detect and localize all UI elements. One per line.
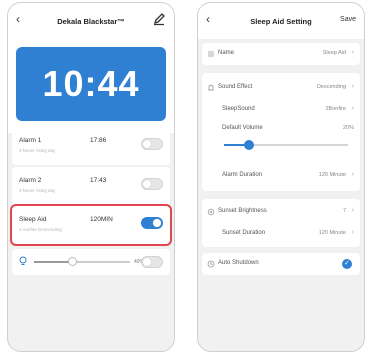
alarm-time: 17:86 — [90, 137, 107, 144]
name-label: Name — [218, 50, 235, 56]
sunset-section: Sunset Brightness 7 › Sunset Duration 12… — [202, 199, 360, 247]
save-button[interactable]: Save — [340, 16, 356, 23]
list-icon — [208, 51, 214, 57]
device-title: Dekala Blackstar™ — [57, 16, 125, 26]
default-volume-label: Default Volume — [222, 125, 263, 131]
chevron-right-icon: › — [351, 49, 354, 56]
name-value: Sleep Aid — [322, 50, 346, 56]
sleep-sound-row[interactable]: SleepSound 2Bonfire › — [202, 99, 360, 121]
sun-icon — [207, 208, 215, 216]
alarm-item[interactable]: Alarm 1 3 Never rising day 17:86 — [12, 127, 170, 165]
chevron-right-icon: › — [351, 171, 354, 178]
sleep-aid-duration: 120MIN — [90, 216, 113, 223]
alarm-duration-value: 120 Minute — [318, 172, 346, 178]
name-row[interactable]: Name Sleep Aid › — [202, 43, 360, 65]
auto-shutdown-label: Auto Shutdown — [218, 260, 259, 266]
auto-shutdown-checkbox[interactable]: ✓ — [342, 259, 352, 269]
top-bar: ‹ Sleep Aid Setting Save — [198, 3, 364, 39]
alarm-name: Alarm 1 — [19, 137, 42, 144]
chevron-right-icon: › — [351, 207, 354, 214]
chevron-right-icon: › — [351, 229, 354, 236]
pencil-icon[interactable] — [152, 12, 166, 26]
alarm-item[interactable]: Alarm 2 3 Never rising day 17:43 — [12, 167, 170, 205]
alarm-time: 17:43 — [90, 177, 107, 184]
toggle-knob — [143, 140, 151, 148]
default-volume-row: Default Volume 20% — [202, 121, 360, 159]
toggle-knob — [153, 219, 161, 227]
clock-section: 10:44 — [8, 39, 174, 133]
alarm-name: Alarm 2 — [19, 177, 42, 184]
sunset-duration-row[interactable]: Sunset Duration 120 Minute › — [202, 223, 360, 245]
volume-row: 40% — [12, 249, 170, 275]
top-bar: ‹ Dekala Blackstar™ — [8, 3, 174, 39]
alarm-toggle[interactable] — [141, 138, 163, 150]
back-button[interactable]: ‹ — [16, 13, 20, 25]
sound-effect-value: Descending — [316, 84, 346, 90]
default-volume-value: 20% — [342, 125, 354, 131]
back-button[interactable]: ‹ — [206, 13, 210, 25]
sleep-aid-sound: 3 Aonfire Descending — [19, 227, 62, 232]
alarm-toggle[interactable] — [141, 178, 163, 190]
clock-display: 10:44 — [16, 47, 166, 121]
clock-time: 10:44 — [42, 63, 140, 104]
sunset-brightness-value: 7 — [342, 208, 346, 214]
sound-effect-row[interactable]: Sound Effect Descending › — [202, 77, 360, 99]
alarm-duration-row[interactable]: Alarm Duration 120 Minute › — [202, 165, 360, 187]
sleep-aid-toggle[interactable] — [141, 217, 163, 229]
sunset-duration-label: Sunset Duration — [222, 230, 266, 236]
toggle-knob — [143, 180, 151, 188]
bell-icon — [208, 84, 214, 91]
bulb-icon — [19, 256, 27, 265]
sleep-aid-item[interactable]: Sleep Aid 3 Aonfire Descending 120MIN — [10, 204, 172, 246]
chevron-right-icon: › — [351, 105, 354, 112]
sound-effect-label: Sound Effect — [218, 84, 253, 90]
alarm-duration-label: Alarm Duration — [222, 172, 263, 178]
volume-slider-handle[interactable] — [67, 257, 77, 266]
sunset-duration-value: 120 Minute — [318, 230, 346, 236]
alarm-repeat: 3 Never rising day — [19, 148, 56, 153]
sleep-aid-name: Sleep Aid — [19, 216, 47, 223]
volume-fill — [34, 261, 73, 263]
sunset-brightness-label: Sunset Brightness — [218, 208, 267, 214]
toggle-knob — [143, 258, 151, 266]
alarm-list-screen: ‹ Dekala Blackstar™ 10:44 Alarm 1 3 Neve… — [7, 2, 175, 352]
clock-icon — [207, 260, 215, 268]
auto-shutdown-section: Auto Shutdown ✓ — [202, 253, 360, 275]
default-volume-slider-handle[interactable] — [243, 140, 254, 150]
chevron-right-icon: › — [351, 83, 354, 90]
light-toggle[interactable] — [141, 256, 163, 268]
sleep-sound-label: SleepSound — [222, 106, 255, 112]
name-section: Name Sleep Aid › — [202, 43, 360, 65]
sleep-sound-value: 2Bonfire — [325, 106, 347, 112]
sound-section: Sound Effect Descending › SleepSound 2Bo… — [202, 73, 360, 191]
auto-shutdown-row[interactable]: Auto Shutdown ✓ — [202, 253, 360, 275]
page-title: Sleep Aid Setting — [250, 16, 312, 26]
sleep-aid-setting-screen: ‹ Sleep Aid Setting Save Name Sleep Aid … — [197, 2, 365, 352]
alarm-repeat: 3 Never rising day — [19, 188, 56, 193]
sunset-brightness-row[interactable]: Sunset Brightness 7 › — [202, 201, 360, 223]
